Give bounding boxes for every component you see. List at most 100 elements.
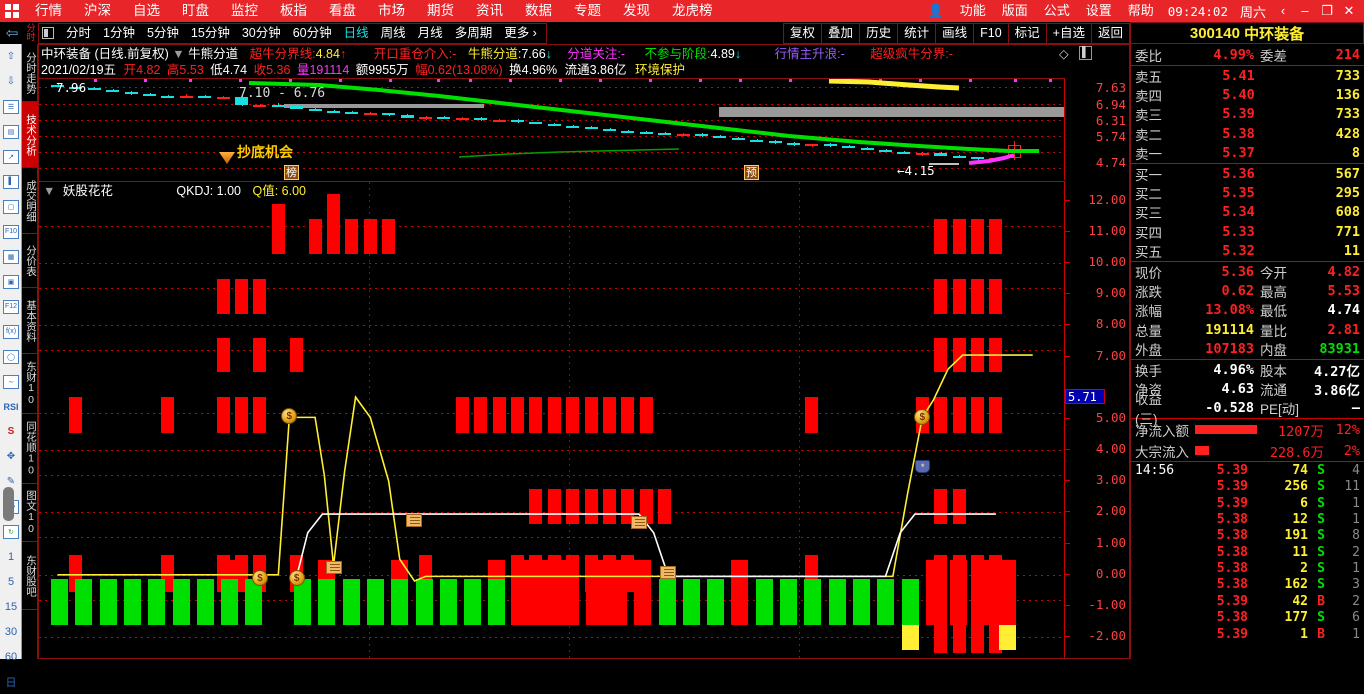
chevron-down-icon[interactable]: ▼	[43, 184, 55, 198]
book-icon[interactable]: ▣	[0, 269, 22, 294]
user-icon[interactable]: 👤	[920, 3, 952, 19]
menu-item-longhubang[interactable]: 龙虎榜	[661, 0, 724, 22]
period-shortcut-30[interactable]: 30	[0, 619, 22, 644]
tick-row[interactable]: 5.38191S8	[1131, 528, 1364, 544]
period-shortcut-60[interactable]: 60	[0, 644, 22, 669]
circle-icon[interactable]: ◯	[0, 344, 22, 369]
tick-row[interactable]: 5.391B1	[1131, 626, 1364, 642]
money-bag-icon[interactable]: $	[289, 570, 305, 586]
close-button[interactable]: ✕	[1338, 0, 1360, 22]
period-shortcut-15[interactable]: 15	[0, 594, 22, 619]
trend-icon[interactable]: ↗	[0, 144, 22, 169]
menu-item-bangzhu[interactable]: 帮助	[1120, 0, 1162, 22]
sidebar-item-dongcai-10[interactable]: 东财10	[22, 354, 38, 414]
down-arrow-icon[interactable]: ⇩	[0, 69, 22, 94]
sidebar-item-jiben-ziliao[interactable]: 基本资料	[22, 288, 38, 354]
period-more[interactable]: 更多 ›	[498, 23, 543, 43]
period-30min[interactable]: 30分钟	[236, 23, 287, 43]
scroll-signal-icon[interactable]	[660, 566, 676, 579]
layout-icon[interactable]	[42, 27, 54, 39]
tick-row[interactable]: 5.38177S6	[1131, 610, 1364, 626]
scroll-signal-icon[interactable]	[326, 561, 342, 574]
period-60min[interactable]: 60分钟	[287, 23, 338, 43]
menu-item-shuju[interactable]: 数据	[514, 0, 563, 22]
scroll-signal-icon[interactable]	[406, 514, 422, 527]
tick-row[interactable]: 5.3811S2	[1131, 544, 1364, 560]
tool-fuquan[interactable]: 复权	[783, 23, 821, 44]
period-1min[interactable]: 1分钟	[97, 23, 141, 43]
tool-diejia[interactable]: 叠加	[821, 23, 859, 44]
f10-icon[interactable]: F10	[0, 219, 22, 244]
menu-item-qihuo[interactable]: 期货	[416, 0, 465, 22]
menu-item-faxian[interactable]: 发现	[612, 0, 661, 22]
menu-item-kanpan[interactable]: 看盘	[318, 0, 367, 22]
rsi-icon[interactable]: RSI	[0, 394, 22, 419]
tree-icon[interactable]: ▦	[0, 244, 22, 269]
tick-row[interactable]: 5.3812S1	[1131, 511, 1364, 527]
tick-row[interactable]: 14:565.3974S4	[1131, 462, 1364, 478]
tool-tongji[interactable]: 统计	[897, 23, 935, 44]
period-shortcut-day[interactable]: 日	[0, 669, 22, 694]
period-shortcut-5[interactable]: 5	[0, 569, 22, 594]
tool-add-zixuan[interactable]: +自选	[1046, 23, 1091, 44]
period-5min[interactable]: 5分钟	[141, 23, 185, 43]
maximize-button[interactable]: ❐	[1316, 0, 1338, 22]
tick-row[interactable]: 5.396S1	[1131, 495, 1364, 511]
menu-item-jiankong[interactable]: 监控	[220, 0, 269, 22]
period-daily[interactable]: 日线	[338, 23, 375, 43]
menu-item-hushen[interactable]: 沪深	[73, 0, 122, 22]
money-bag-icon[interactable]: $	[281, 408, 297, 424]
period-monthly[interactable]: 月线	[412, 23, 449, 43]
flag-bang[interactable]: 榜	[284, 165, 299, 180]
sidebar-item-fenshi-zoushi[interactable]: 分时走势	[22, 44, 38, 102]
tool-huaxian[interactable]: 画线	[935, 23, 973, 44]
panel-icon[interactable]: ▌	[1079, 46, 1092, 60]
minimize-button[interactable]: –	[1294, 0, 1316, 22]
price-chart-pane[interactable]: 7.96 7.10 - 6.76 ←4.15 抄底机会 榜 预	[39, 78, 1064, 180]
scroll-signal-icon[interactable]	[631, 516, 647, 529]
tick-list[interactable]: 14:565.3974S45.39256S115.396S15.3812S15.…	[1131, 462, 1364, 642]
sidebar-item-dongcai-guba[interactable]: 东财股吧	[22, 542, 38, 610]
menu-item-banmian[interactable]: 版面	[994, 0, 1036, 22]
period-shortcut-1[interactable]: 1	[0, 544, 22, 569]
period-fenshi[interactable]: 分时	[60, 23, 97, 43]
tick-row[interactable]: 5.39256S11	[1131, 478, 1364, 494]
tick-row[interactable]: 5.3942B2	[1131, 593, 1364, 609]
up-arrow-icon[interactable]: ⇧	[0, 44, 22, 69]
chevron-down-icon[interactable]: ▼	[172, 47, 184, 61]
tool-fanhui[interactable]: 返回	[1091, 23, 1130, 44]
flag-yu[interactable]: 预	[744, 165, 759, 180]
sidebar-item-tonghuashun-10[interactable]: 同花顺10	[22, 414, 38, 484]
chart-area[interactable]: 中环装备 (日线.前复权) ▼ 牛熊分道 超牛分界线:4.84↑ 开口重仓介入:…	[38, 44, 1130, 659]
cup-signal-icon[interactable]: *	[915, 460, 930, 473]
back-arrow-icon[interactable]: ⇦	[0, 24, 24, 42]
diamond-icon[interactable]: ◇	[1059, 46, 1069, 62]
tick-row[interactable]: 5.382S1	[1131, 560, 1364, 576]
sidebar-item-chengjiao-mingxi[interactable]: 成交明细	[22, 168, 38, 234]
menu-item-shezhi[interactable]: 设置	[1078, 0, 1120, 22]
menu-item-dingpan[interactable]: 盯盘	[171, 0, 220, 22]
period-multi[interactable]: 多周期	[449, 23, 499, 43]
report-icon[interactable]: ☰	[0, 94, 22, 119]
indicator-chart-pane[interactable]: ▼ 妖股花花 QKDJ: 1.00 Q值: 6.00 $$$$*	[39, 181, 1064, 658]
tool-lishi[interactable]: 历史	[859, 23, 897, 44]
sidebar-item-jishu-fenxi[interactable]: 技术分析	[22, 102, 38, 168]
menu-item-hangqing[interactable]: 行情	[24, 0, 73, 22]
sidebar-item-tuwen-10[interactable]: 图文10	[22, 484, 38, 542]
menu-item-gongshi[interactable]: 公式	[1036, 0, 1078, 22]
app-logo-icon[interactable]	[0, 0, 24, 22]
move-icon[interactable]: ✥	[0, 444, 22, 469]
sidebar-scrollbar-thumb[interactable]	[3, 487, 14, 521]
money-bag-icon[interactable]: $	[252, 570, 268, 586]
menu-item-zixuan[interactable]: 自选	[122, 0, 171, 22]
s-indicator-icon[interactable]: S	[0, 419, 22, 444]
collapse-icon[interactable]: ‹	[1272, 0, 1294, 22]
menu-item-gongneng[interactable]: 功能	[952, 0, 994, 22]
period-weekly[interactable]: 周线	[375, 23, 412, 43]
fx-icon[interactable]: f(x)	[0, 319, 22, 344]
menu-item-banzhi[interactable]: 板指	[269, 0, 318, 22]
wave-icon[interactable]: ∼	[0, 369, 22, 394]
period-15min[interactable]: 15分钟	[185, 23, 236, 43]
sidebar-item-fenjia-biao[interactable]: 分价表	[22, 234, 38, 288]
menu-item-zhuanti[interactable]: 专题	[563, 0, 612, 22]
